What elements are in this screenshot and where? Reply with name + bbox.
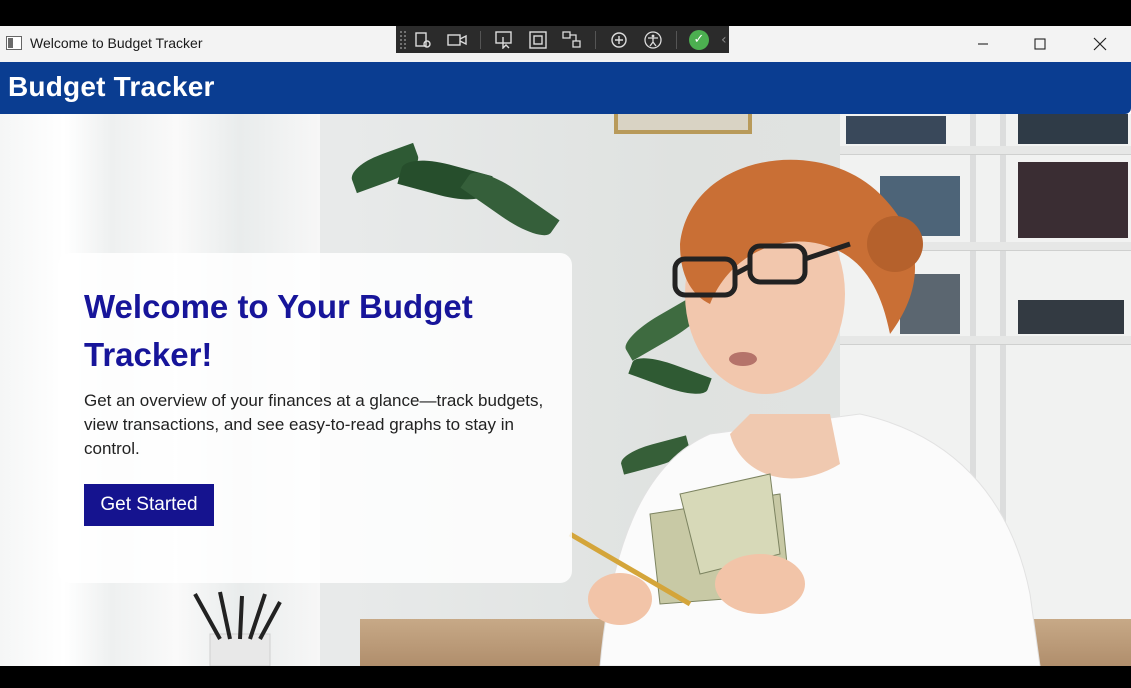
maximize-button[interactable] [1017,26,1063,62]
track-focus-icon[interactable] [561,30,583,50]
debug-toolbar: ✓ ‹ [396,26,729,53]
window-title: Welcome to Budget Tracker [30,35,203,51]
hot-reload-icon[interactable] [608,30,630,50]
get-started-button[interactable]: Get Started [84,484,214,526]
live-visual-tree-icon[interactable] [412,30,434,50]
check-icon[interactable]: ✓ [689,29,709,50]
toolbar-separator [676,30,677,49]
accessibility-icon[interactable] [642,30,664,50]
app-header: Budget Tracker [0,62,1131,114]
wall-picture-frame [614,114,752,134]
maximize-icon [1034,38,1046,50]
hero-section: Welcome to Your Budget Tracker! Get an o… [0,114,1131,666]
woman-counting-money-image [568,159,1041,666]
toolbar-separator [595,30,596,49]
welcome-card: Welcome to Your Budget Tracker! Get an o… [58,253,572,583]
welcome-heading: Welcome to Your Budget Tracker! [84,288,473,373]
app-window-icon [6,36,22,50]
record-icon[interactable] [446,30,468,50]
chevron-left-icon[interactable]: ‹ [721,32,727,48]
app-window: Welcome to Budget Tracker ✓ ‹ Budget Tra… [0,26,1131,666]
display-layout-icon[interactable] [527,30,549,50]
minimize-icon [978,43,988,45]
welcome-description: Get an overview of your finances at a gl… [84,391,544,458]
title-bar[interactable]: Welcome to Budget Tracker ✓ ‹ [0,26,1131,63]
minimize-button[interactable] [960,26,1006,62]
app-header-title: Budget Tracker [8,71,215,102]
close-button[interactable] [1077,26,1123,62]
toolbar-separator [480,30,481,49]
screen-bottom-border [0,666,1131,688]
toolbar-grip-icon[interactable] [399,30,407,49]
select-element-icon[interactable] [493,30,515,50]
close-icon [1093,37,1107,51]
pencil-cup-image [180,584,290,666]
